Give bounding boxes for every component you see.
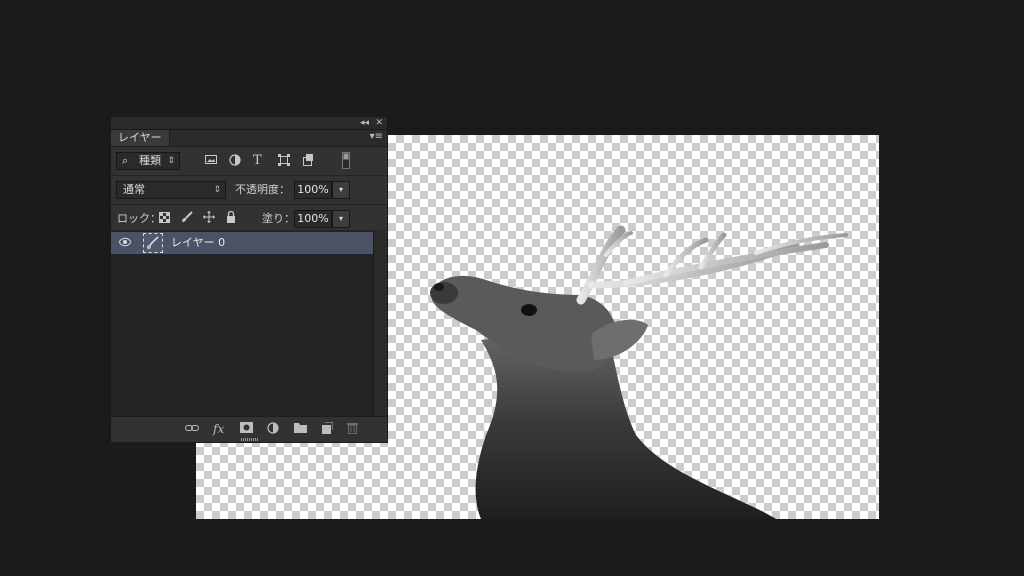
blend-row: 通常 ⇕ 不透明度： 100% ▾ — [111, 176, 387, 205]
blend-mode-select[interactable]: 通常 ⇕ — [116, 181, 226, 199]
tab-layers[interactable]: レイヤー — [111, 130, 170, 146]
fill-label: 塗り： — [262, 212, 295, 225]
filter-kind-select[interactable]: ⌕ 種類 ⇕ — [116, 152, 180, 170]
type-filter-icon[interactable]: T — [253, 154, 262, 168]
fx-icon[interactable]: fx — [213, 422, 224, 436]
adjustment-icon[interactable] — [267, 422, 279, 437]
layer-row[interactable]: レイヤー 0 — [111, 232, 373, 254]
opacity-label: 不透明度： — [235, 183, 290, 196]
fill-dropdown-button[interactable]: ▾ — [332, 210, 350, 228]
collapse-icon[interactable]: ◂◂ — [360, 117, 369, 129]
brush-icon[interactable] — [181, 211, 193, 227]
fill-input[interactable]: 100% — [294, 210, 332, 228]
folder-icon[interactable] — [294, 422, 307, 436]
layers-footer: fx — [111, 416, 387, 442]
filter-row: ⌕ 種類 ⇕ T — [111, 147, 387, 176]
layers-list: レイヤー 0 — [111, 230, 373, 416]
shape-filter-icon[interactable] — [278, 154, 290, 169]
search-icon: ⌕ — [122, 154, 129, 167]
panel-menu-icon[interactable]: ▾≡ — [370, 131, 383, 142]
updown-arrow-icon: ⇕ — [167, 156, 175, 166]
image-filter-icon[interactable] — [205, 154, 217, 168]
layers-panel: ◂◂ ✕ レイヤー ▾≡ ⌕ 種類 ⇕ T 通常 ⇕ 不透明度： 100% ▾ … — [110, 116, 388, 443]
lock-label: ロック： — [117, 212, 161, 225]
layer-name[interactable]: レイヤー 0 — [171, 235, 225, 251]
opacity-dropdown-button[interactable]: ▾ — [332, 181, 350, 199]
panel-title-bar[interactable]: ◂◂ ✕ — [111, 117, 387, 130]
filter-toggle-icon[interactable] — [342, 152, 350, 172]
smart-object-filter-icon[interactable] — [302, 154, 314, 169]
lock-transparency-icon[interactable] — [159, 211, 170, 227]
layer-thumbnail — [143, 233, 163, 253]
adjustment-filter-icon[interactable] — [229, 154, 241, 169]
visibility-eye-icon[interactable] — [118, 236, 132, 250]
close-icon[interactable]: ✕ — [375, 117, 383, 129]
new-layer-icon[interactable] — [321, 421, 334, 437]
resize-grip[interactable] — [241, 438, 259, 441]
trash-icon[interactable] — [347, 422, 358, 437]
move-icon[interactable] — [203, 211, 215, 227]
updown-arrow-icon: ⇕ — [213, 185, 221, 195]
blend-mode-value: 通常 — [123, 183, 145, 196]
mask-icon[interactable] — [240, 422, 253, 436]
link-icon[interactable] — [185, 422, 199, 436]
filter-kind-label: 種類 — [139, 154, 161, 167]
opacity-input[interactable]: 100% — [294, 181, 332, 199]
lock-all-icon[interactable] — [226, 210, 236, 227]
layers-scrollbar[interactable] — [373, 230, 387, 416]
